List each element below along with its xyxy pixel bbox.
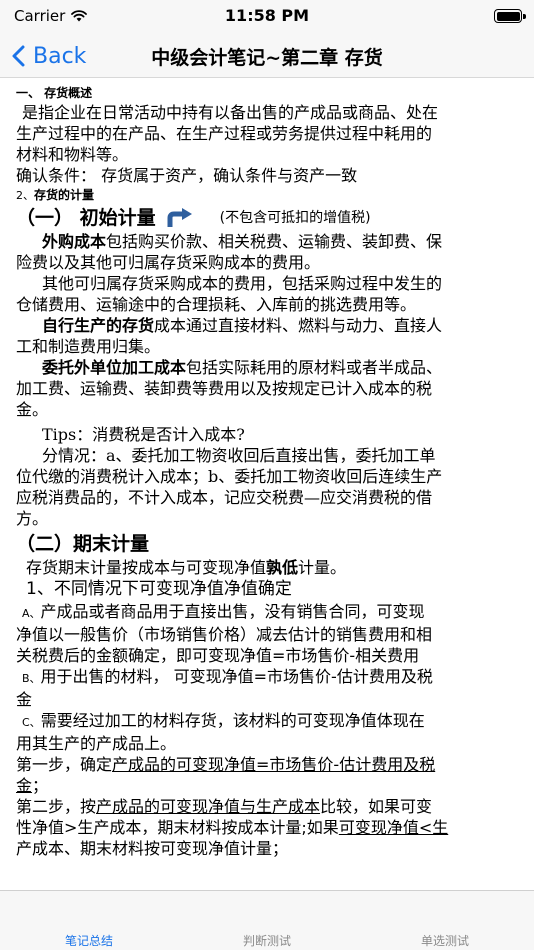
tab-true-false-test[interactable]: 判断测试: [178, 891, 356, 950]
text-line: 材料和物料等。: [16, 145, 129, 164]
tab-label: 单选测试: [420, 934, 469, 948]
text-line: 性净值>生产成本，期末材料按成本计量;如果可变现净值<生: [16, 818, 449, 837]
text-line: 金: [16, 690, 33, 709]
text-line: 其他可归属存货采购成本的费用，包括采购过程中发生的: [42, 274, 443, 293]
text-line: 生产过程中的在产品、在生产过程或劳务提供过程中耗用的: [16, 124, 433, 143]
tab-label: 笔记总结: [64, 934, 113, 948]
page-title: 中级会计笔记~第二章 存货: [151, 47, 383, 69]
text-line: A、产成品或者商品用于直接出售，没有销售合同，可变现: [22, 602, 425, 621]
status-time: 11:58 PM: [224, 6, 310, 25]
heading-initial: （一） 初始计量 (不包含可抵扣的增值税): [16, 207, 371, 229]
text-line: 自行生产的存货成本通过直接材料、燃料与动力、直接人: [42, 316, 443, 335]
text-line: 应税消费品的，不计入成本，记应交税费—应交消费税的借: [16, 488, 433, 507]
text-line: 第二步，按产成品的可变现净值与生产成本比较，如果可变: [16, 797, 433, 816]
text-line: 分情况：a、委托加工物资收回后直接出售，委托加工单: [42, 446, 436, 465]
text-line: 外购成本包括购买价款、相关税费、运输费、装卸费、保: [42, 232, 443, 251]
text-line: 仓储费用、运输途中的合理损耗、入库前的挑选费用等。: [16, 295, 417, 314]
note-content[interactable]: 一、 存货概述 是指企业在日常活动中持有以备出售的产成品或商品、处在 生产过程中…: [0, 78, 534, 890]
battery-icon: [494, 9, 526, 23]
text-line: 方。: [16, 509, 49, 528]
tips-line: Tips：消费税是否计入成本?: [42, 425, 245, 444]
tab-bar: 笔记总结 判断测试 单选测试: [0, 890, 534, 950]
text-line: 净值以一般售价（市场销售价格）减去估计的销售费用和相: [16, 625, 433, 644]
heading-note: (不包含可抵扣的增值税): [219, 210, 371, 226]
text-line: 产成本、期末材料按可变现净值计量；: [16, 839, 289, 858]
nav-bar: Back 中级会计笔记~第二章 存货: [0, 34, 534, 78]
text-line: 加工费、运输费、装卸费等费用以及按规定已计入成本的税: [16, 379, 433, 398]
tab-notes-summary[interactable]: 笔记总结: [0, 891, 178, 950]
text-line: 存货期末计量按成本与可变现净值孰低计量。: [26, 558, 347, 577]
text-line: 确认条件： 存货属于资产，确认条件与资产一致: [16, 166, 358, 185]
text-line: 险费以及其他可归属存货采购成本的费用。: [16, 253, 321, 272]
text-line: 金；: [16, 776, 49, 795]
text-line: 位代缴的消费税计入成本；b、委托加工物资收回后连续生产: [16, 467, 443, 486]
text-line: 是指企业在日常活动中持有以备出售的产成品或商品、处在: [22, 103, 439, 122]
text-line: 关税费后的金额确定，即可变现净值=市场售价-相关费用: [16, 646, 420, 665]
text-line: 用其生产的产成品上。: [16, 734, 177, 753]
tab-label: 判断测试: [242, 934, 291, 948]
text-line: B、用于出售的材料， 可变现净值=市场售价-估计费用及税: [22, 667, 433, 686]
text-line: 第一步，确定产成品的可变现净值=市场售价-估计费用及税: [16, 755, 436, 774]
text-line: C、需要经过加工的材料存货，该材料的可变现净值体现在: [22, 711, 425, 730]
tab-single-choice-test[interactable]: 单选测试: [356, 891, 534, 950]
text-line: 委托外单位加工成本包括实际耗用的原材料或者半成品、: [42, 358, 443, 377]
heading-end: （二）期末计量: [16, 533, 150, 555]
text-line: 工和制造费用归集。: [16, 337, 161, 356]
turn-right-arrow-icon: [167, 208, 192, 227]
text-line: 金。: [16, 400, 49, 419]
section-heading: 2、存货的计量: [16, 188, 95, 202]
subheading: 1、不同情况下可变现净值净值确定: [26, 579, 292, 599]
section-heading: 一、 存货概述: [16, 86, 93, 100]
status-bar: Carrier 11:58 PM: [0, 0, 534, 34]
